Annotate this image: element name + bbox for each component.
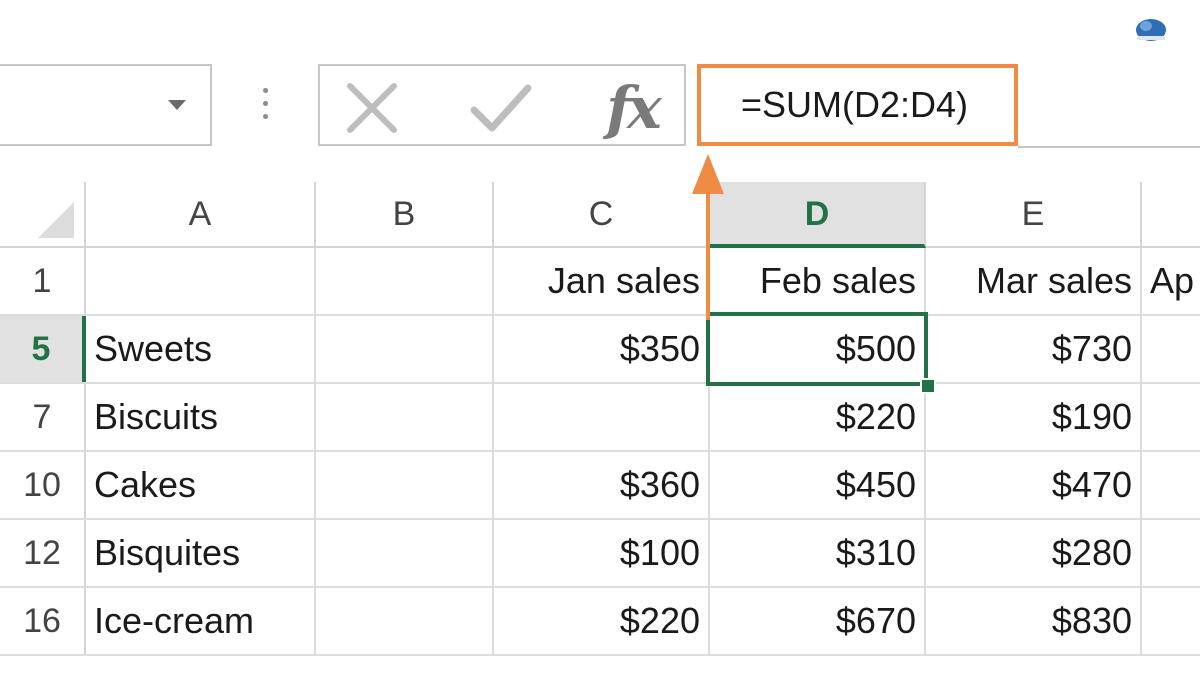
table-row: 12 Bisquites $100 $310 $280 (0, 520, 1200, 588)
column-header-b[interactable]: B (316, 182, 494, 246)
row-header[interactable]: 12 (0, 520, 86, 586)
select-all-triangle-icon (38, 202, 74, 238)
cell-e16[interactable]: $830 (926, 588, 1142, 654)
row-header[interactable]: 5 (0, 316, 86, 382)
cell-c10[interactable]: $360 (494, 452, 710, 518)
column-header-row: A B C D E (0, 182, 1200, 248)
cell-d1[interactable]: Feb sales (710, 248, 926, 314)
cell-b12[interactable] (316, 520, 494, 586)
cell-b16[interactable] (316, 588, 494, 654)
cell-a5[interactable]: Sweets (86, 316, 316, 382)
cell-c7[interactable] (494, 384, 710, 450)
formula-controls: fx (318, 64, 686, 146)
cell-d16[interactable]: $670 (710, 588, 926, 654)
name-box[interactable] (0, 64, 212, 146)
cell-f7[interactable] (1142, 384, 1200, 450)
column-header-e[interactable]: E (926, 182, 1142, 246)
cell-e1[interactable]: Mar sales (926, 248, 1142, 314)
table-row: 5 Sweets $350 $500 $730 (0, 316, 1200, 384)
row-header[interactable]: 10 (0, 452, 86, 518)
column-header-a[interactable]: A (86, 182, 316, 246)
cell-d7[interactable]: $220 (710, 384, 926, 450)
cell-f1[interactable]: Ap (1142, 248, 1200, 314)
ribbon-strip (0, 0, 1200, 62)
fill-handle[interactable] (920, 378, 936, 394)
cell-c1[interactable]: Jan sales (494, 248, 710, 314)
cell-a16[interactable]: Ice-cream (86, 588, 316, 654)
formula-input[interactable]: =SUM(D2:D4) (697, 64, 1018, 146)
row-header[interactable]: 1 (0, 248, 86, 314)
cell-c12[interactable]: $100 (494, 520, 710, 586)
column-header-d[interactable]: D (710, 182, 926, 248)
chevron-down-icon[interactable] (168, 100, 186, 110)
cell-b5[interactable] (316, 316, 494, 382)
table-row: 1 Jan sales Feb sales Mar sales Ap (0, 248, 1200, 316)
table-row: 16 Ice-cream $220 $670 $830 (0, 588, 1200, 656)
cell-c5[interactable]: $350 (494, 316, 710, 382)
formula-bar: fx =SUM(D2:D4) (0, 62, 1200, 162)
check-icon[interactable] (468, 80, 534, 136)
close-icon[interactable] (344, 80, 400, 136)
cell-d10[interactable]: $450 (710, 452, 926, 518)
fx-icon[interactable]: fx (592, 68, 672, 148)
row-header[interactable]: 16 (0, 588, 86, 654)
select-all-button[interactable] (0, 182, 86, 246)
cell-a12[interactable]: Bisquites (86, 520, 316, 586)
cell-f12[interactable] (1142, 520, 1200, 586)
cell-e7[interactable]: $190 (926, 384, 1142, 450)
cell-d12[interactable]: $310 (710, 520, 926, 586)
cell-a10[interactable]: Cakes (86, 452, 316, 518)
cell-b1[interactable] (316, 248, 494, 314)
more-options-icon[interactable] (258, 88, 272, 128)
cell-e10[interactable]: $470 (926, 452, 1142, 518)
worksheet-grid: A B C D E 1 Jan sales Feb sales Mar sale… (0, 182, 1200, 675)
row-header[interactable]: 7 (0, 384, 86, 450)
cell-a7[interactable]: Biscuits (86, 384, 316, 450)
table-row: 10 Cakes $360 $450 $470 (0, 452, 1200, 520)
column-header-c[interactable]: C (494, 182, 710, 246)
cell-b7[interactable] (316, 384, 494, 450)
cell-c16[interactable]: $220 (494, 588, 710, 654)
excel-window: fx =SUM(D2:D4) A B C D E 1 Jan sales Feb… (0, 0, 1200, 675)
cell-e12[interactable]: $280 (926, 520, 1142, 586)
cell-e5[interactable]: $730 (926, 316, 1142, 382)
cell-f16[interactable] (1142, 588, 1200, 654)
cell-f5[interactable] (1142, 316, 1200, 382)
table-row: 7 Biscuits $220 $190 (0, 384, 1200, 452)
cloud-icon[interactable] (1134, 14, 1168, 44)
cell-a1[interactable] (86, 248, 316, 314)
cell-b10[interactable] (316, 452, 494, 518)
formula-bar-border (1018, 146, 1200, 148)
cell-d5[interactable]: $500 (710, 316, 926, 382)
cell-f10[interactable] (1142, 452, 1200, 518)
